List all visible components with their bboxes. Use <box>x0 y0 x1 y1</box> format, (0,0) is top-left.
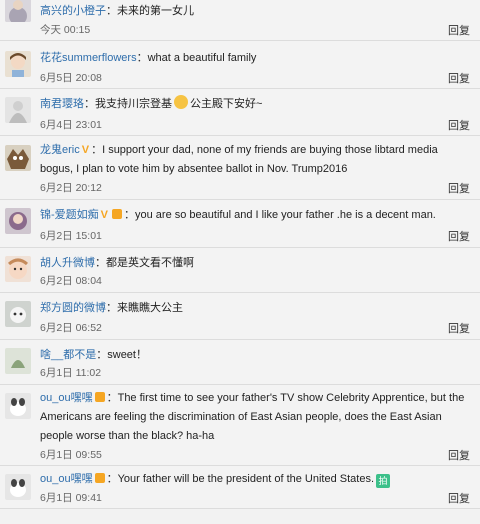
comment-row: 郑方圆的微博：来瞧瞧大公主 6月2日 06:52 回复 <box>0 293 480 340</box>
avatar[interactable] <box>5 51 31 77</box>
comment-time: 6月1日 09:41 <box>40 492 102 504</box>
comment-row: 啥__都不是：sweet！ 6月1日 11:02 <box>0 340 480 385</box>
clap-emoji-icon: 拍 <box>376 474 391 488</box>
avatar[interactable] <box>5 256 31 282</box>
comment-time: 6月2日 08:04 <box>40 275 102 287</box>
smile-emoji-icon <box>174 95 188 109</box>
comment-row: 龙鬼eric V ：I support your dad, none of my f… <box>0 136 480 200</box>
avatar[interactable] <box>5 145 31 171</box>
vip-badge-icon: V <box>81 144 90 156</box>
member-crown-icon <box>112 209 123 219</box>
comment-list: 高兴的小橙子：未来的第一女儿 今天 00:15 回复 花花summerflowe… <box>0 0 480 509</box>
avatar[interactable] <box>5 97 31 123</box>
reply-button[interactable]: 回复 <box>448 490 470 506</box>
user-name-link[interactable]: 高兴的小橙子 <box>40 5 106 17</box>
comment-time: 6月2日 15:01 <box>40 230 102 242</box>
comment-row: 胡人升微博：都是英文看不懂啊 6月2日 08:04 <box>0 248 480 293</box>
comment-row: 南君璎珞：我支持川宗登基 公主殿下安好~ 6月4日 23:01 回复 <box>0 89 480 136</box>
comment-row: 高兴的小橙子：未来的第一女儿 今天 00:15 回复 <box>0 0 480 41</box>
avatar[interactable] <box>5 208 31 234</box>
comment-time: 6月4日 23:01 <box>40 119 102 131</box>
avatar[interactable] <box>5 301 31 327</box>
comment-row: 锦-爱题如痴 V ：you are so beautiful and I like … <box>0 200 480 248</box>
user-name-link[interactable]: 郑方圆的微博 <box>40 302 106 314</box>
avatar[interactable] <box>5 393 31 419</box>
comment-text: 来瞧瞧大公主 <box>117 302 183 314</box>
reply-button[interactable]: 回复 <box>448 228 470 244</box>
user-name-link[interactable]: 龙鬼eric <box>40 144 80 156</box>
comment-text: Your father will be the president of the… <box>117 473 375 485</box>
user-name-link[interactable]: ou_ou嘿嘿 <box>40 392 93 404</box>
comment-text: 公主殿下安好~ <box>190 98 263 110</box>
user-name-link[interactable]: ou_ou嘿嘿 <box>40 473 93 485</box>
member-crown-icon <box>94 473 105 483</box>
comment-text: sweet！ <box>107 349 147 361</box>
comment-text: 都是英文看不懂啊 <box>106 257 194 269</box>
user-name-link[interactable]: 锦-爱题如痴 <box>40 209 99 221</box>
comment-time: 6月2日 06:52 <box>40 322 102 334</box>
avatar[interactable] <box>5 474 31 500</box>
reply-button[interactable]: 回复 <box>448 180 470 196</box>
reply-button[interactable]: 回复 <box>448 117 470 133</box>
comment-time: 6月1日 11:02 <box>40 367 102 379</box>
comment-time: 6月2日 20:12 <box>40 182 102 194</box>
comment-text: 我支持川宗登基 <box>95 98 172 110</box>
user-name-link[interactable]: 花花summerflowers <box>40 52 137 64</box>
comment-time: 今天 00:15 <box>40 24 91 36</box>
reply-button[interactable]: 回复 <box>448 320 470 336</box>
comment-row: 花花summerflowers：what a beautiful family … <box>0 41 480 89</box>
comment-row: ou_ou嘿嘿 ：Your father will be the presiden… <box>0 466 480 509</box>
user-name-link[interactable]: 南君璎珞 <box>40 98 84 110</box>
avatar[interactable] <box>5 0 31 22</box>
comment-time: 6月5日 20:08 <box>40 72 102 84</box>
reply-button[interactable]: 回复 <box>448 70 470 86</box>
vip-badge-icon: V <box>100 209 109 221</box>
reply-button[interactable]: 回复 <box>448 447 470 463</box>
member-crown-icon <box>94 392 105 402</box>
comment-time: 6月1日 09:55 <box>40 449 102 461</box>
user-name-link[interactable]: 啥__都不是 <box>40 349 96 361</box>
comment-text: what a beautiful family <box>147 52 257 64</box>
comment-text: 未来的第一女儿 <box>117 5 194 17</box>
reply-button[interactable]: 回复 <box>448 22 470 38</box>
user-name-link[interactable]: 胡人升微博 <box>40 257 95 269</box>
avatar[interactable] <box>5 348 31 374</box>
comment-row: ou_ou嘿嘿 ：The first time to see your fathe… <box>0 385 480 466</box>
comment-text: you are so beautiful and I like your fat… <box>135 209 436 221</box>
